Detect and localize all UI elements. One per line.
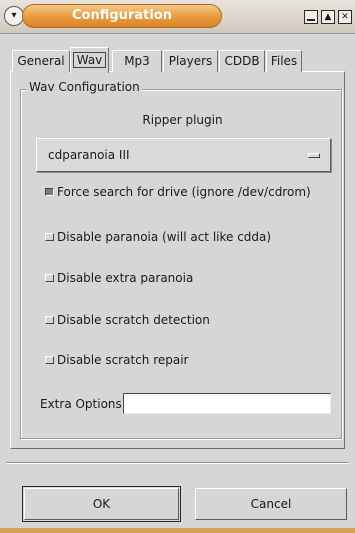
tab-wav[interactable]: Wav [70, 47, 109, 73]
frame-label: Wav Configuration [27, 80, 142, 94]
checkbox-indicator [45, 188, 54, 196]
window-title: Configuration [22, 4, 222, 28]
checkbox-indicator [45, 233, 54, 241]
ripper-plugin-value: cdparanoia III [48, 148, 130, 162]
extra-options-label: Extra Options: [40, 397, 126, 411]
ripper-plugin-select[interactable]: cdparanoia III [36, 138, 331, 172]
window-menu-button[interactable]: ▾ [4, 6, 24, 26]
checkbox-label: Disable scratch detection [57, 313, 210, 327]
ripper-plugin-label: Ripper plugin [142, 113, 223, 127]
separator [6, 462, 349, 464]
maximize-button[interactable]: ▲ [321, 10, 335, 24]
tab-wav-label: Wav [72, 52, 107, 68]
checkbox-indicator [45, 356, 54, 364]
tab-general[interactable]: General [12, 50, 70, 72]
checkbox-indicator [45, 274, 54, 282]
ok-button[interactable]: OK [22, 486, 181, 522]
maximize-icon: ▲ [324, 12, 332, 22]
cancel-button[interactable]: Cancel [195, 488, 347, 520]
tab-players[interactable]: Players [163, 50, 218, 72]
checkbox-label: Disable paranoia (will act like cdda) [57, 230, 272, 244]
chevron-down-icon: ▾ [11, 10, 17, 21]
close-button[interactable]: ✕ [338, 10, 352, 24]
checkbox-indicator [45, 316, 54, 324]
window-bottom-border [0, 528, 355, 533]
tab-files[interactable]: Files [266, 50, 302, 72]
title-bar[interactable]: ▾ Configuration ▲ ✕ [0, 0, 355, 34]
tab-cddb[interactable]: CDDB [219, 50, 265, 72]
checkbox-label: Force search for drive (ignore /dev/cdro… [57, 185, 311, 199]
close-icon: ✕ [341, 12, 349, 22]
checkbox-label: Disable extra paranoia [57, 271, 194, 285]
option-menu-indicator-icon [308, 153, 320, 158]
extra-options-input[interactable] [123, 393, 331, 414]
minimize-button[interactable] [304, 10, 318, 24]
tab-mp3[interactable]: Mp3 [112, 50, 162, 72]
checkbox-label: Disable scratch repair [57, 353, 189, 367]
